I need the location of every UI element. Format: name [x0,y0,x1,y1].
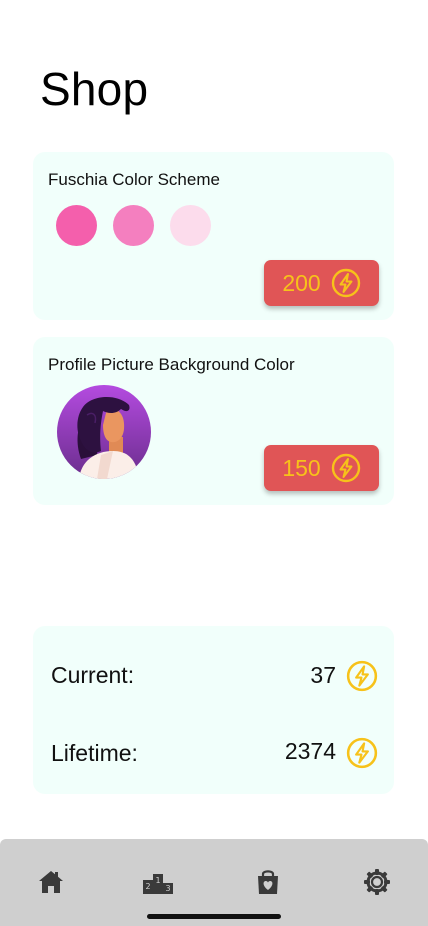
color-swatch-2 [113,205,154,246]
nav-shop-button[interactable] [253,867,283,897]
nav-home-button[interactable] [36,867,66,897]
color-swatch-1 [56,205,97,246]
price-label: 150 [282,454,321,481]
current-value: 37 [310,662,336,688]
nav-leaderboard-button[interactable]: 1 2 3 [143,867,173,897]
svg-text:2: 2 [145,882,150,891]
currency-stats-card: Current: 37 Lifetime: 2374 [33,626,394,794]
lightning-bolt-icon [331,268,361,298]
settings-gear-icon [363,868,391,896]
buy-profile-bg-button[interactable]: 150 [264,445,379,491]
bottom-nav-bar: 1 2 3 [0,839,428,926]
color-swatch-3 [170,205,211,246]
price-label: 200 [282,269,321,296]
shop-item-title: Profile Picture Background Color [48,355,295,374]
current-label: Current: [51,662,135,688]
lifetime-value: 2374 [284,738,336,764]
page-title: Shop [40,63,149,115]
shop-item-title: Fuschia Color Scheme [48,170,220,189]
leaderboard-podium-icon: 1 2 3 [142,868,174,896]
lightning-bolt-icon [331,453,361,483]
shop-item-color-scheme: Fuschia Color Scheme 200 [33,152,394,320]
nav-settings-button[interactable] [362,867,392,897]
lightning-bolt-icon [346,737,378,769]
svg-text:1: 1 [155,876,160,885]
shop-bag-heart-icon [255,868,281,896]
home-icon [37,868,65,896]
profile-avatar [57,385,151,479]
home-indicator [147,914,281,919]
buy-color-scheme-button[interactable]: 200 [264,260,379,306]
svg-text:3: 3 [165,884,170,893]
shop-item-profile-bg: Profile Picture Background Color 150 [33,337,394,505]
lifetime-label: Lifetime: [51,740,138,766]
lightning-bolt-icon [346,660,378,692]
